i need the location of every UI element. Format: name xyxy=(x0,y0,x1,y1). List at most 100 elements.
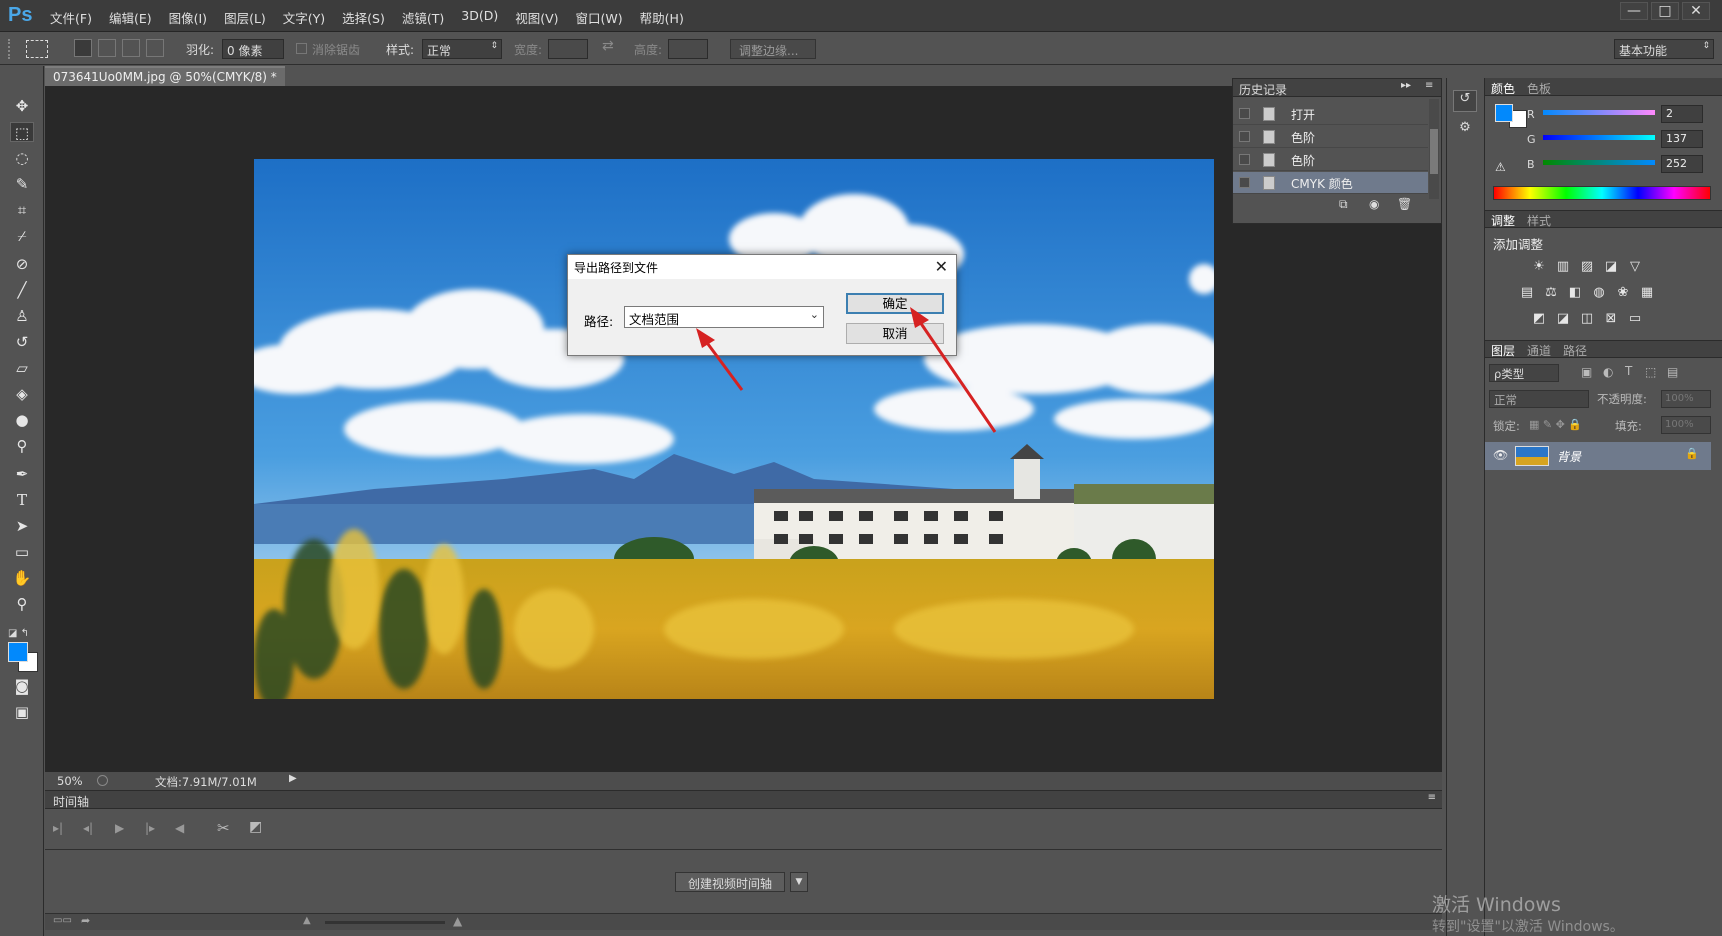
zoom-out-timeline-icon[interactable]: ▲ xyxy=(303,915,311,926)
camera-snapshot-icon[interactable]: ◉ xyxy=(1369,197,1379,211)
lasso-tool-icon[interactable]: ◌ xyxy=(10,148,34,168)
menu-file[interactable]: 文件(F) xyxy=(50,8,92,27)
color-balance-icon[interactable]: ⚖ xyxy=(1543,286,1559,300)
tab-styles[interactable]: 样式 xyxy=(1527,212,1551,229)
filter-type-icon[interactable]: T xyxy=(1625,364,1632,378)
width-input[interactable] xyxy=(548,39,588,59)
quick-mask-icon[interactable]: ◙ xyxy=(10,676,34,696)
menu-3d[interactable]: 3D(D) xyxy=(461,8,498,27)
menu-help[interactable]: 帮助(H) xyxy=(640,8,684,27)
cancel-button[interactable]: 取消 xyxy=(846,323,944,344)
pen-tool-icon[interactable]: ✒ xyxy=(10,464,34,484)
audio-icon[interactable]: ◀ xyxy=(175,821,184,835)
minimize-button[interactable]: — xyxy=(1620,2,1648,20)
style-select[interactable]: 正常 ⇕ xyxy=(422,39,502,59)
actions-panel-icon[interactable]: ⚙ xyxy=(1453,120,1477,142)
path-select[interactable]: 文档范围 ⌄ xyxy=(624,306,824,328)
dodge-tool-icon[interactable]: ⚲ xyxy=(10,436,34,456)
channel-g-input[interactable]: 137 xyxy=(1661,130,1703,148)
threshold-icon[interactable]: ◫ xyxy=(1579,312,1595,326)
default-colors-icon[interactable]: ◪ ↰ xyxy=(8,628,29,639)
brightness-icon[interactable]: ☀ xyxy=(1531,260,1547,274)
hue-saturation-icon[interactable]: ▤ xyxy=(1519,286,1535,300)
history-brush-source-checkbox[interactable] xyxy=(1239,131,1250,142)
rectangle-tool-icon[interactable]: ▭ xyxy=(10,542,34,562)
blend-mode-select[interactable]: 正常 xyxy=(1489,390,1589,408)
next-frame-icon[interactable]: |▸ xyxy=(145,821,155,835)
eyedropper-tool-icon[interactable]: ⌿ xyxy=(10,226,34,246)
menu-select[interactable]: 选择(S) xyxy=(342,8,385,27)
layer-row[interactable]: 👁 背景 🔒 xyxy=(1485,442,1711,470)
create-video-timeline-button[interactable]: 创建视频时间轴 xyxy=(675,872,785,892)
zoom-tool-icon[interactable]: ⚲ xyxy=(10,594,34,614)
photo-filter-icon[interactable]: ◍ xyxy=(1591,286,1607,300)
hand-tool-icon[interactable]: ✋ xyxy=(10,568,34,588)
filter-pixel-icon[interactable]: ▣ xyxy=(1581,365,1592,379)
layer-filter-select[interactable]: ρ类型 xyxy=(1489,364,1559,382)
dialog-close-icon[interactable]: ✕ xyxy=(935,257,948,276)
ok-button[interactable]: 确定 xyxy=(846,293,944,314)
brush-tool-icon[interactable]: ╱ xyxy=(10,280,34,300)
trash-icon[interactable]: 🗑 xyxy=(1397,197,1412,211)
eraser-tool-icon[interactable]: ▱ xyxy=(10,358,34,378)
history-brush-source-checkbox[interactable] xyxy=(1239,177,1250,188)
marquee-preset-icon[interactable] xyxy=(26,40,48,58)
channel-r-input[interactable]: 2 xyxy=(1661,105,1703,123)
crop-tool-icon[interactable]: ⌗ xyxy=(10,200,34,220)
channel-mixer-icon[interactable]: ❀ xyxy=(1615,286,1631,300)
clone-stamp-tool-icon[interactable]: ♙ xyxy=(10,306,34,326)
history-panel-icon[interactable]: ↺ xyxy=(1453,90,1477,112)
exposure-icon[interactable]: ◪ xyxy=(1603,260,1619,274)
close-window-button[interactable]: ✕ xyxy=(1682,2,1710,20)
fill-input[interactable]: 100% xyxy=(1661,416,1711,434)
channel-b-input[interactable]: 252 xyxy=(1661,155,1703,173)
panel-menu-icon[interactable]: ≡ xyxy=(1425,80,1433,91)
lock-pixels-icon[interactable]: ▦ ✎ ✥ 🔒 xyxy=(1529,418,1582,431)
layer-name[interactable]: 背景 xyxy=(1557,448,1581,465)
history-item[interactable]: 色阶 xyxy=(1233,149,1428,171)
posterize-icon[interactable]: ◪ xyxy=(1555,312,1571,326)
status-info-icon[interactable] xyxy=(97,775,108,786)
document-tab[interactable]: 073641Uo0MM.jpg @ 50%(CMYK/8) * × xyxy=(45,66,285,98)
go-to-first-frame-icon[interactable]: ▸| xyxy=(53,821,63,835)
foreground-color-swatch[interactable] xyxy=(8,642,28,662)
type-tool-icon[interactable]: T xyxy=(10,490,34,510)
black-white-icon[interactable]: ◧ xyxy=(1567,286,1583,300)
color-lookup-icon[interactable]: ▦ xyxy=(1639,286,1655,300)
menu-layer[interactable]: 图层(L) xyxy=(224,8,266,27)
vibrance-icon[interactable]: ▽ xyxy=(1627,260,1643,274)
add-selection-icon[interactable] xyxy=(98,39,116,57)
timeline-zoom-slider[interactable] xyxy=(325,921,445,924)
eye-visibility-icon[interactable]: 👁 xyxy=(1493,448,1508,462)
collapse-panel-icon[interactable]: ▸▸ xyxy=(1401,80,1411,91)
feather-input[interactable]: 0 像素 xyxy=(222,39,284,59)
menu-window[interactable]: 窗口(W) xyxy=(576,8,623,27)
swap-icon[interactable]: ⇄ xyxy=(602,38,614,54)
convert-frames-icon[interactable]: ▭▭ xyxy=(53,915,72,926)
refine-edge-button[interactable]: 调整边缘... xyxy=(730,39,816,59)
move-tool-icon[interactable]: ✥ xyxy=(10,96,34,116)
filter-shape-icon[interactable]: ⬚ xyxy=(1645,365,1656,379)
status-menu-arrow-icon[interactable]: ▶ xyxy=(289,773,297,784)
path-select-tool-icon[interactable]: ➤ xyxy=(10,516,34,536)
history-item[interactable]: 打开 xyxy=(1233,103,1428,125)
tab-layers[interactable]: 图层 xyxy=(1491,342,1515,359)
tab-channels[interactable]: 通道 xyxy=(1527,342,1551,359)
timeline-title[interactable]: 时间轴 xyxy=(53,793,89,810)
play-icon[interactable]: ▶ xyxy=(115,821,124,835)
out-of-gamut-warning-icon[interactable]: ⚠ xyxy=(1495,160,1506,174)
workspace-select[interactable]: 基本功能 ⇕ xyxy=(1614,39,1714,59)
menu-filter[interactable]: 滤镜(T) xyxy=(402,8,444,27)
tab-paths[interactable]: 路径 xyxy=(1563,342,1587,359)
history-brush-source-checkbox[interactable] xyxy=(1239,154,1250,165)
opacity-input[interactable]: 100% xyxy=(1661,390,1711,408)
levels-icon[interactable]: ▥ xyxy=(1555,260,1571,274)
screen-mode-icon[interactable]: ▣ xyxy=(10,702,34,722)
menu-type[interactable]: 文字(Y) xyxy=(283,8,325,27)
maximize-button[interactable]: □ xyxy=(1651,2,1679,20)
menu-view[interactable]: 视图(V) xyxy=(515,8,558,27)
panel-menu-icon[interactable]: ≡ xyxy=(1428,792,1436,803)
intersect-selection-icon[interactable] xyxy=(146,39,164,57)
history-tab[interactable]: 历史记录 xyxy=(1239,81,1287,98)
menu-image[interactable]: 图像(I) xyxy=(169,8,207,27)
